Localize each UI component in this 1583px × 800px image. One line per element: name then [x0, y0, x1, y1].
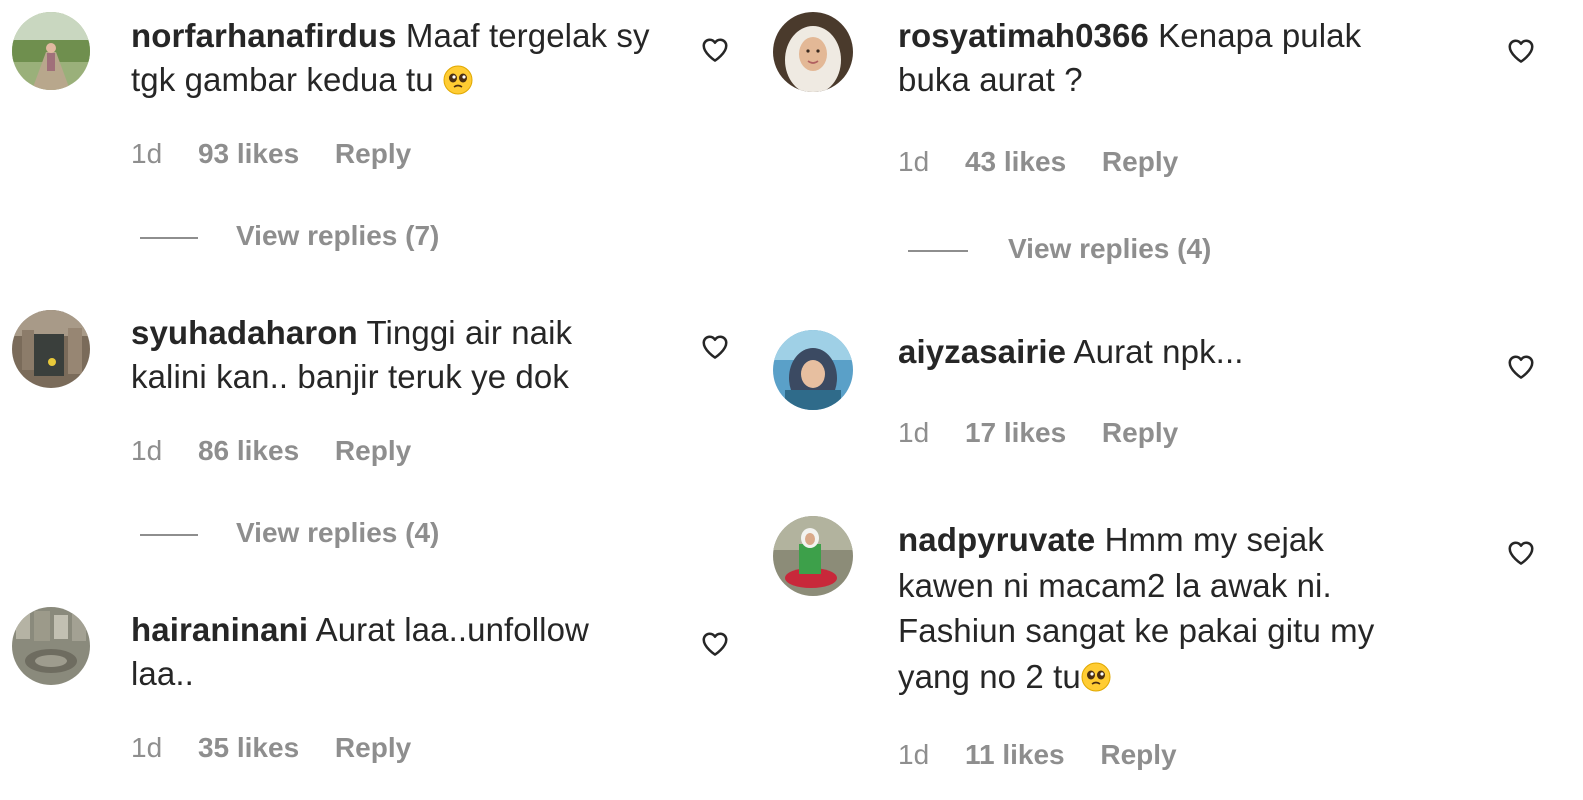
- comment-body: norfarhanafirdus Maaf tergelak sy tgk ga…: [131, 14, 691, 102]
- username-link[interactable]: nadpyruvate: [898, 521, 1095, 558]
- avatar[interactable]: [12, 607, 90, 685]
- reply-button[interactable]: Reply: [335, 732, 411, 763]
- comment-text: Aurat npk...: [1073, 333, 1244, 370]
- replies-divider: [140, 236, 198, 239]
- comment-time: 1d: [898, 417, 930, 448]
- comment-body: hairaninani Aurat laa..unfollow laa..: [131, 608, 691, 696]
- likes-count[interactable]: 93 likes: [198, 138, 299, 169]
- comment-text: Maaf tergelak sy: [405, 17, 650, 54]
- username-link[interactable]: syuhadaharon: [131, 314, 358, 351]
- comment-text: Hmm my sejak: [1104, 521, 1324, 558]
- avatar[interactable]: [12, 310, 90, 388]
- comment-body: rosyatimah0366 Kenapa pulak buka aurat ?: [898, 14, 1498, 102]
- pleading-face-emoji-icon: [443, 65, 473, 95]
- comment-text: Aurat laa..unfollow: [315, 611, 589, 648]
- replies-divider: [908, 249, 968, 252]
- comment-body: nadpyruvate Hmm my sejak kawen ni macam2…: [898, 517, 1518, 699]
- likes-count[interactable]: 86 likes: [198, 435, 299, 466]
- heart-icon[interactable]: [700, 332, 730, 362]
- likes-count[interactable]: 35 likes: [198, 732, 299, 763]
- comment-body: syuhadaharon Tinggi air naik kalini kan.…: [131, 311, 691, 399]
- comment-time: 1d: [131, 732, 163, 763]
- view-replies-button[interactable]: View replies (4): [140, 517, 439, 549]
- heart-icon[interactable]: [700, 35, 730, 65]
- username-link[interactable]: rosyatimah0366: [898, 17, 1149, 54]
- view-replies-button[interactable]: View replies (7): [140, 220, 439, 252]
- username-link[interactable]: hairaninani: [131, 611, 308, 648]
- comment-meta: 1d 17 likes Reply: [898, 417, 1206, 449]
- replies-divider: [140, 533, 198, 536]
- comment-meta: 1d 86 likes Reply: [131, 435, 439, 467]
- comment-text: tgk gambar kedua tu: [131, 61, 434, 98]
- avatar[interactable]: [12, 12, 90, 90]
- comment-text: buka aurat ?: [898, 61, 1083, 98]
- comment-text: Kenapa pulak: [1158, 17, 1362, 54]
- comment-time: 1d: [131, 138, 163, 169]
- reply-button[interactable]: Reply: [335, 435, 411, 466]
- view-replies-label: View replies (4): [1008, 233, 1212, 264]
- comment-body: aiyzasairie Aurat npk...: [898, 330, 1498, 374]
- reply-button[interactable]: Reply: [1102, 146, 1178, 177]
- heart-icon[interactable]: [1506, 36, 1536, 66]
- avatar[interactable]: [773, 12, 853, 92]
- avatar[interactable]: [773, 330, 853, 410]
- view-replies-label: View replies (4): [236, 517, 440, 548]
- comment-time: 1d: [898, 146, 930, 177]
- comments-column-right: rosyatimah0366 Kenapa pulak buka aurat ?…: [760, 0, 1583, 800]
- comment-meta: 1d 11 likes Reply: [898, 739, 1205, 771]
- reply-button[interactable]: Reply: [1102, 417, 1178, 448]
- pleading-face-emoji-icon: [1081, 662, 1111, 691]
- reply-button[interactable]: Reply: [1100, 739, 1176, 770]
- username-link[interactable]: aiyzasairie: [898, 333, 1066, 370]
- reply-button[interactable]: Reply: [335, 138, 411, 169]
- comment-text: laa..: [131, 655, 194, 692]
- likes-count[interactable]: 43 likes: [965, 146, 1066, 177]
- username-link[interactable]: norfarhanafirdus: [131, 17, 397, 54]
- avatar[interactable]: [773, 516, 853, 596]
- heart-icon[interactable]: [700, 629, 730, 659]
- comment-text: Tinggi air naik: [366, 314, 573, 351]
- comment-text: kalini kan.. banjir teruk ye dok: [131, 358, 569, 395]
- comment-text: kawen ni macam2 la awak ni.: [898, 566, 1332, 604]
- comments-column-left: norfarhanafirdus Maaf tergelak sy tgk ga…: [0, 0, 760, 800]
- likes-count[interactable]: 17 likes: [965, 417, 1066, 448]
- heart-icon[interactable]: [1506, 352, 1536, 382]
- comment-text: Fashiun sangat ke pakai gitu my: [898, 612, 1375, 649]
- view-replies-label: View replies (7): [236, 220, 440, 251]
- comment-meta: 1d 93 likes Reply: [131, 138, 439, 170]
- comment-time: 1d: [898, 739, 930, 770]
- comment-time: 1d: [131, 435, 163, 466]
- comment-text: yang no 2 tu: [898, 657, 1081, 695]
- heart-icon[interactable]: [1506, 538, 1536, 568]
- likes-count[interactable]: 11 likes: [965, 739, 1065, 770]
- comment-meta: 1d 43 likes Reply: [898, 146, 1206, 178]
- comment-meta: 1d 35 likes Reply: [131, 732, 439, 764]
- view-replies-button[interactable]: View replies (4): [908, 233, 1211, 265]
